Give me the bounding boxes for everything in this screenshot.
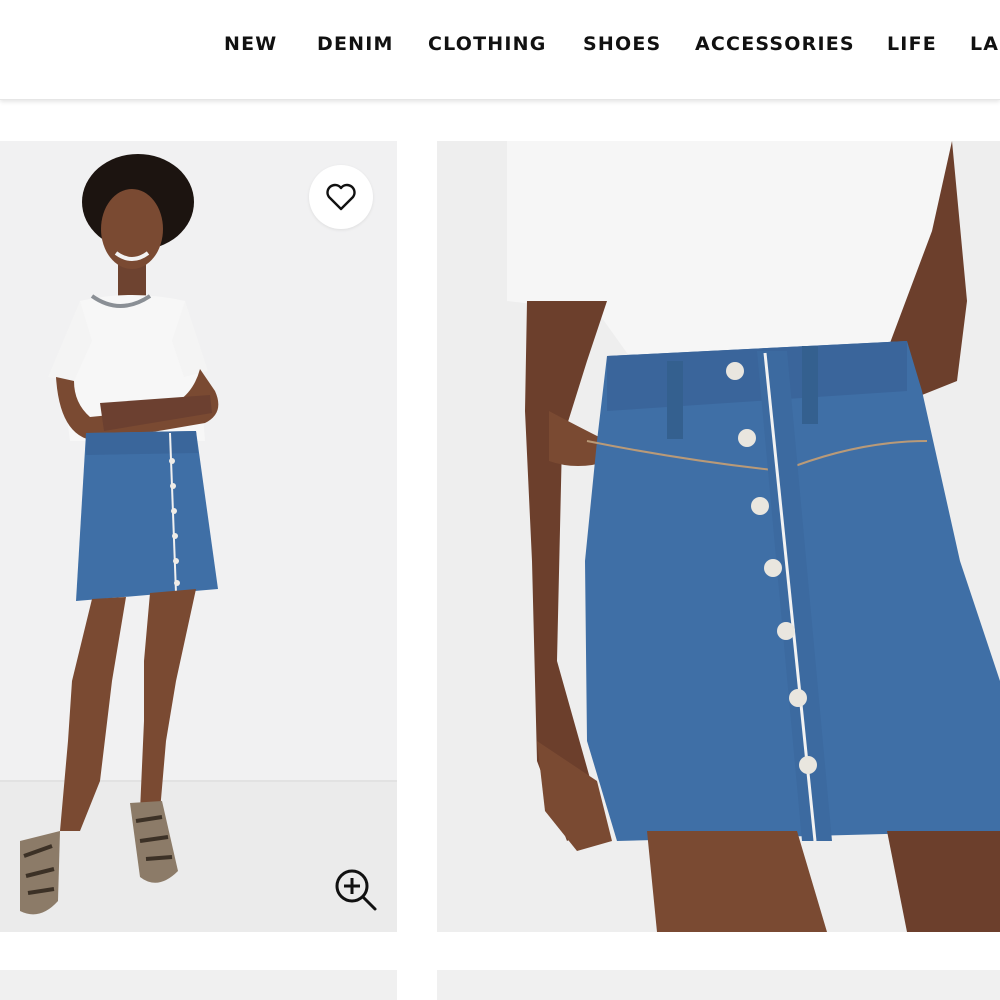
nav-item-accessories[interactable]: ACCESSORIES [695, 33, 855, 55]
nav-item-shoes[interactable]: SHOES [583, 33, 661, 55]
site-header: NEW DENIM CLOTHING SHOES ACCESSORIES LIF… [0, 0, 1000, 100]
model-full-body-illustration [0, 154, 397, 932]
product-image-thumbnail-next-left[interactable] [0, 970, 397, 1000]
nav-item-la[interactable]: LA [970, 33, 999, 55]
zoom-in-icon [335, 869, 377, 911]
heart-icon [326, 183, 356, 211]
product-image-thumbnail-next-right[interactable] [437, 970, 1000, 1000]
product-image-full-body[interactable] [0, 141, 397, 932]
nav-item-clothing[interactable]: CLOTHING [428, 33, 547, 55]
zoom-button[interactable] [332, 866, 378, 912]
nav-item-life[interactable]: LIFE [887, 33, 937, 55]
nav-item-new[interactable]: NEW [224, 33, 277, 55]
wishlist-button[interactable] [309, 165, 373, 229]
skirt-closeup-illustration [507, 141, 1000, 932]
nav-item-denim[interactable]: DENIM [317, 33, 394, 55]
product-image-detail[interactable] [437, 141, 1000, 932]
